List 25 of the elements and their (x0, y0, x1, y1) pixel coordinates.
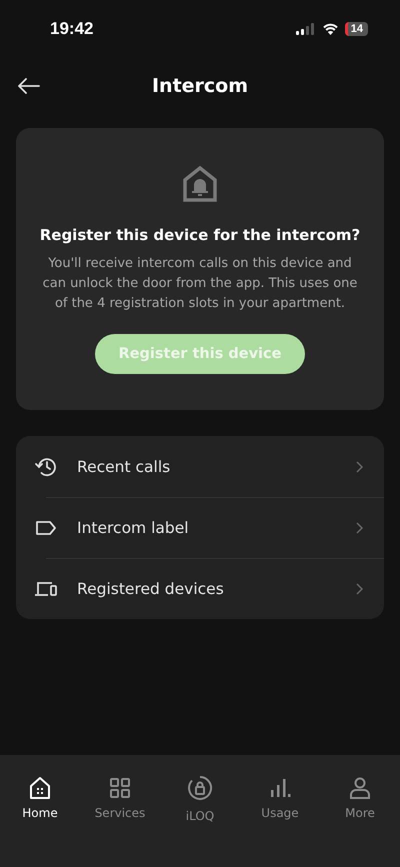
house-bell-icon (183, 166, 217, 202)
chevron-icon (356, 522, 364, 534)
page-title: Intercom (152, 75, 248, 97)
history-icon (34, 456, 58, 478)
tab-item[interactable]: iLOQ (160, 775, 240, 867)
chevron-icon (356, 582, 364, 594)
home-icon (27, 775, 53, 801)
tab-item[interactable]: Services (80, 775, 160, 867)
menu-item[interactable]: Registered devices (16, 558, 384, 619)
menu-item[interactable]: Intercom label (16, 497, 384, 558)
tab-item[interactable]: Home (0, 775, 80, 867)
chevron-icon (356, 460, 364, 472)
card-title: Register this device for the intercom? (40, 226, 360, 244)
tab-item[interactable]: Usage (240, 775, 320, 867)
status-time: 19:42 (50, 19, 94, 39)
lock-icon (187, 775, 213, 801)
back-button[interactable] (16, 76, 42, 96)
card-description: You'll receive intercom calls on this device and can unlock the door from the app. This uses one of the 4 registration slots in your apartment. (42, 255, 358, 313)
menu-item[interactable]: Recent calls (16, 436, 384, 497)
signal-icon (296, 23, 316, 35)
grid-icon (107, 775, 133, 801)
tab-item[interactable]: More (320, 775, 400, 867)
wifi-icon (322, 23, 339, 35)
battery-indicator: 14 (344, 22, 368, 36)
person-icon (347, 775, 373, 801)
